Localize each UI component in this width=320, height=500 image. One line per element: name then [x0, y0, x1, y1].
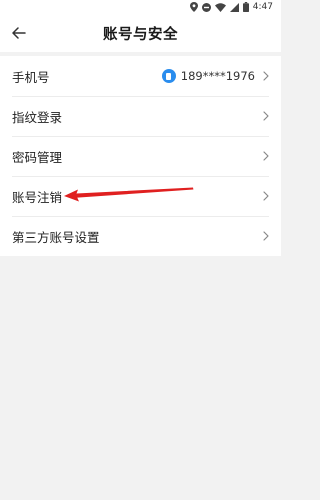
settings-item-fingerprint-login[interactable]: 指纹登录 — [0, 96, 281, 136]
chevron-right-icon — [263, 71, 269, 81]
settings-item-label: 指纹登录 — [12, 109, 63, 125]
phone-icon — [161, 69, 176, 83]
chevron-right-icon — [263, 191, 269, 201]
settings-item-third-party-accounts[interactable]: 第三方账号设置 — [0, 216, 281, 256]
settings-item-password[interactable]: 密码管理 — [0, 136, 281, 176]
settings-list: 手机号 189****1976 指纹登录 密码管理 账号注销 第三方账号设置 — [0, 56, 281, 256]
dnd-icon — [201, 2, 211, 12]
phone-value: 189****1976 — [161, 69, 255, 83]
signal-icon — [229, 2, 239, 12]
status-bar: 4:47 — [0, 0, 281, 14]
settings-item-label: 账号注销 — [12, 189, 63, 205]
phone-number: 189****1976 — [180, 69, 255, 83]
settings-item-label: 第三方账号设置 — [12, 229, 100, 245]
app-bar: 账号与安全 — [0, 14, 281, 52]
wifi-icon — [214, 2, 226, 12]
settings-item-label: 手机号 — [12, 69, 50, 85]
chevron-right-icon — [263, 151, 269, 161]
settings-item-label: 密码管理 — [12, 149, 63, 165]
status-icons: 4:47 — [189, 1, 273, 13]
status-time: 4:47 — [252, 2, 273, 12]
battery-icon — [242, 2, 249, 12]
page-title: 账号与安全 — [103, 27, 178, 43]
chevron-right-icon — [263, 231, 269, 241]
settings-item-account-deletion[interactable]: 账号注销 — [0, 176, 281, 216]
chevron-right-icon — [263, 111, 269, 121]
settings-item-phone[interactable]: 手机号 189****1976 — [0, 56, 281, 96]
location-icon — [189, 2, 198, 12]
